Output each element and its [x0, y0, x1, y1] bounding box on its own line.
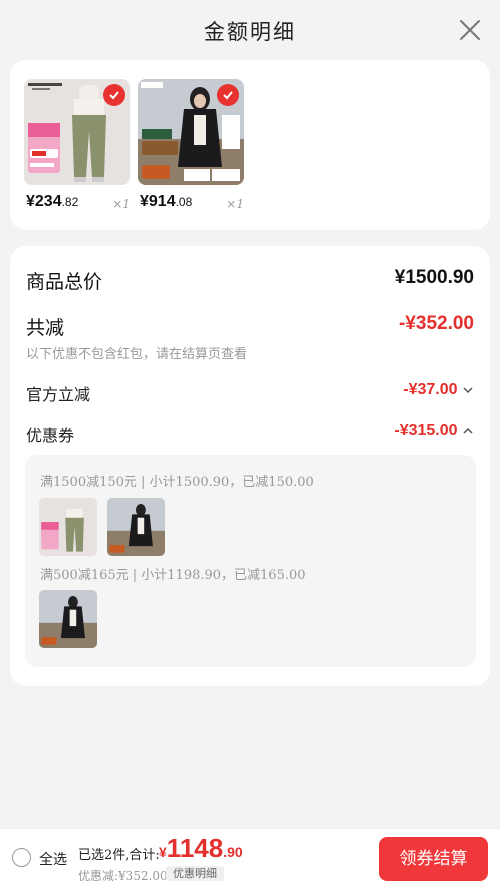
- coat-product-icon: [138, 79, 244, 185]
- check-icon[interactable]: [217, 84, 239, 106]
- coupon-value: -¥315.00: [394, 422, 474, 440]
- page-title: 金额明细: [204, 20, 296, 44]
- reduction-note: 以下优惠不包含红包，请在结算页查看: [26, 347, 248, 362]
- product-price: ¥914.08: [140, 193, 193, 210]
- product-item[interactable]: ¥914.08 ×1: [138, 79, 244, 211]
- close-icon[interactable]: [458, 18, 482, 42]
- product-qty: ×1: [112, 197, 130, 211]
- product-qty: ×1: [226, 197, 244, 211]
- select-all-label[interactable]: 全选: [39, 849, 67, 869]
- pants-product-icon: [24, 79, 130, 185]
- checkout-button[interactable]: 领券结算: [379, 837, 488, 881]
- coupon-group-title: 满1500减150元 | 小计1500.90，已减150.00: [40, 475, 314, 490]
- discount-amount: 优惠减:¥352.00: [78, 869, 168, 881]
- product-item[interactable]: ¥234.82 ×1: [24, 79, 130, 211]
- reduction-label: 共减: [26, 317, 65, 339]
- coupon-details: 满1500减150元 | 小计1500.90，已减150.00 满500减165…: [25, 455, 476, 667]
- coupon-label: 优惠券: [26, 426, 75, 445]
- header: 金额明细: [0, 0, 500, 58]
- discount-detail-button[interactable]: 优惠明细: [166, 866, 224, 881]
- pants-product-icon: [39, 498, 97, 556]
- official-value: -¥37.00: [403, 381, 474, 399]
- total-row: 商品总价 ¥1500.90: [26, 267, 474, 294]
- coat-product-icon: [107, 498, 165, 556]
- official-discount-row[interactable]: 官方立减 -¥37.00: [26, 381, 474, 405]
- coupon-row[interactable]: 优惠券 -¥315.00: [26, 422, 474, 446]
- checkout-bar: 全选 已选2件,合计: ¥1148.90 优惠减:¥352.00 优惠明细 领券…: [0, 828, 500, 881]
- coat-product-icon: [39, 590, 97, 648]
- chevron-down-icon: [463, 387, 473, 393]
- products-card: ¥234.82 ×1 ¥914.08 ×1: [10, 60, 490, 230]
- total-value: ¥1500.90: [394, 267, 474, 288]
- check-icon[interactable]: [103, 84, 125, 106]
- coupon-group-title: 满500减165元 | 小计1198.90，已减165.00: [40, 568, 306, 583]
- selected-info: 已选2件,合计:: [78, 848, 160, 863]
- reduction-value: -¥352.00: [398, 313, 474, 334]
- official-label: 官方立减: [26, 385, 91, 404]
- reduction-row: 共减 -¥352.00: [26, 313, 474, 340]
- total-amount: ¥1148.90: [159, 833, 243, 863]
- summary-card: 商品总价 ¥1500.90 共减 -¥352.00 以下优惠不包含红包，请在结算…: [10, 246, 490, 686]
- chevron-up-icon: [463, 427, 473, 434]
- select-all-radio[interactable]: [12, 848, 31, 867]
- total-label: 商品总价: [26, 271, 103, 293]
- product-price: ¥234.82: [26, 193, 79, 210]
